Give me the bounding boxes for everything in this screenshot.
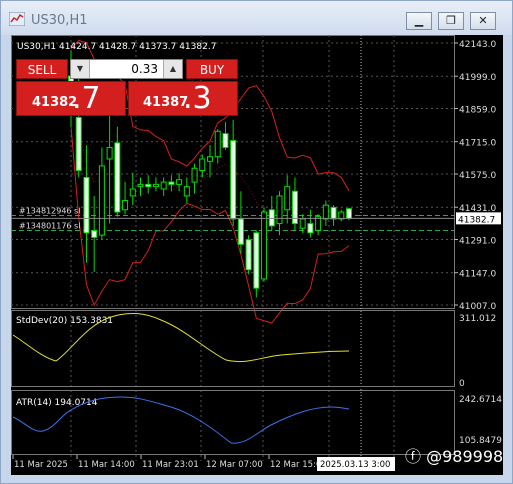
window-title: US30,H1 [31,13,88,28]
sell-button[interactable]: SELL [16,59,68,79]
candle-body [98,165,105,236]
candle-body [106,146,113,160]
close-button[interactable]: ✕ [470,12,496,30]
candle-body [152,183,159,188]
lot-size-value[interactable]: 0.33 [131,62,158,76]
candle-body [122,200,129,211]
sell-price-button[interactable]: 41382 .7 [16,81,126,116]
candle-body [253,232,260,289]
symbol-header: US30,H1 41424.7 41428.7 41373.7 41382.7 [17,42,216,52]
time-tick-label: 11 Mar 14:00 [78,460,135,470]
price-tick-label: 42143.0 [459,40,496,50]
price-tick-label: 41575.0 [459,171,496,181]
candle-body [191,167,198,183]
candle-body [168,181,175,185]
time-tick-label: 12 Mar 15:0 [270,460,321,470]
candle-body [261,211,268,280]
buy-price-fraction: .3 [183,81,212,116]
maximize-button[interactable]: ❐ [438,12,464,30]
candle-body [183,186,190,197]
time-tick-label: 11 Mar 2025 [14,460,68,470]
cursor-time-label: 2025.03.13 3:00 [320,460,390,470]
chart-area[interactable]: #134812946 sl #134801176 sl StdDev(20) 15… [11,35,503,475]
time-axis: 11 Mar 2025 11 Mar 14:00 11 Mar 23:01 12 Ma… [12,455,395,471]
stddev-bottom-value: 0 [459,379,465,389]
atr-top-value: 242.6714 [459,395,502,405]
candle-body [176,179,183,185]
lot-increase-button[interactable]: ▲ [163,60,182,78]
candle-body [129,188,136,197]
candle-body [199,158,206,172]
sell-price-fraction: .7 [72,81,101,116]
indicator-panels: StdDev(20) 153.3831 311.0120ATR(14) 194.0… [11,310,502,455]
current-price-label: 41382.7 [458,215,495,225]
price-tick-label: 41007.0 [459,302,496,312]
time-tick-label: 12 Mar 07:00 [206,460,263,470]
candle-body [222,133,229,148]
minimize-button[interactable]: ▁ [406,12,432,30]
title-bar[interactable]: US30,H1 ▁ ❐ ✕ [1,1,512,35]
buy-price-button[interactable]: 41387 .3 [128,81,238,116]
restore-icon: ❐ [446,14,456,27]
sell-price-main: 41382 [32,95,78,110]
candle-body [330,206,337,220]
minimize-icon: ▁ [414,14,424,27]
stddev-top-value: 311.012 [459,314,496,324]
lot-decrease-button[interactable]: ▼ [71,60,90,78]
candle-body [207,156,213,162]
candle-body [137,183,144,188]
candle-body [114,142,121,213]
candle-body [75,116,82,172]
candle-body [91,230,98,238]
close-icon: ✕ [478,14,488,27]
candle-body [276,195,283,225]
candle-body [322,204,329,220]
order-line-label: #134801176 sl [19,222,80,231]
watermark-text: @989998 [426,447,504,466]
lot-size-field[interactable]: ▼ 0.33 ▲ [70,59,183,79]
one-click-trading-panel: SELL ▼ 0.33 ▲ BUY 41382 .7 41387 .3 [16,59,238,116]
candle-body [307,223,314,234]
watermark-logo-icon: ⓕ [405,447,422,466]
candle-body [230,140,237,220]
stddev-label: StdDev(20) 153.3831 [16,316,113,326]
price-tick-label: 41147.0 [459,270,496,280]
candle-body [299,218,306,229]
candle-body [245,239,252,271]
price-tick-label: 41715.0 [459,139,496,149]
candle-body [145,183,152,188]
buy-button[interactable]: BUY [186,59,238,79]
order-line-label: #134812946 sl [19,207,80,216]
watermark: ⓕ @989998 [405,443,503,467]
candle-body [284,186,291,211]
chart-icon [9,12,25,26]
candle-body [237,218,244,245]
price-tick-label: 41859.0 [459,106,496,116]
time-tick-label: 11 Mar 23:01 [142,460,199,470]
candle-body [83,176,90,234]
chart-window: US30,H1 ▁ ❐ ✕ #134812946 sl #134801176 sl… [0,0,513,484]
candle-body [346,208,352,219]
candle-body [268,209,275,227]
price-tick-label: 41291.0 [459,237,496,247]
price-tick-label: 41999.0 [459,73,496,83]
candle-body [214,130,221,158]
buy-price-main: 41387 [143,95,189,110]
candle-body [160,181,167,190]
